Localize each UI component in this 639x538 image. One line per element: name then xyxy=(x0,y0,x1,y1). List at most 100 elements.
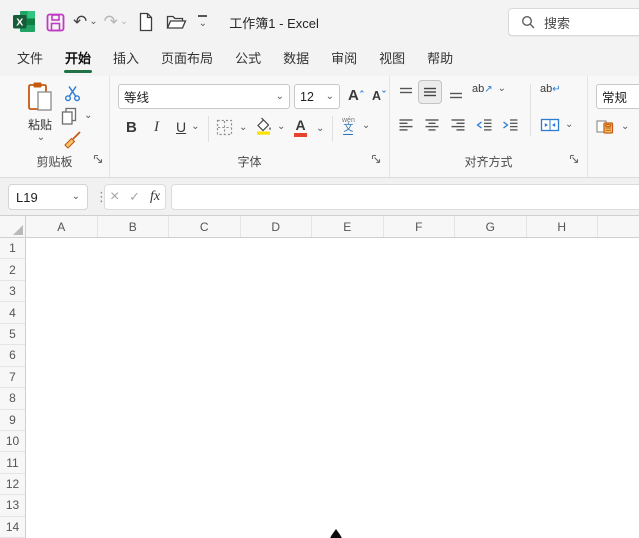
cancel-button[interactable]: × xyxy=(110,188,119,206)
format-painter-button[interactable] xyxy=(63,131,82,150)
row-header-3[interactable]: 3 xyxy=(0,281,25,303)
paste-chevron-icon[interactable]: ⌄ xyxy=(37,133,45,143)
font-color-chevron-icon[interactable]: ⌄ xyxy=(316,124,324,134)
row-header-10[interactable]: 10 xyxy=(0,431,25,453)
tab-formulas[interactable]: 公式 xyxy=(224,42,272,76)
row-header-13[interactable]: 13 xyxy=(0,495,25,517)
accounting-chevron-icon[interactable]: ⌄ xyxy=(621,121,629,132)
accounting-format-button[interactable]: ⌄ xyxy=(596,118,629,135)
cut-button[interactable] xyxy=(64,85,81,102)
select-all-corner[interactable] xyxy=(0,216,26,237)
fill-color-button[interactable]: ⌄ xyxy=(254,117,285,136)
column-header-a[interactable]: A xyxy=(26,216,98,237)
row-header-7[interactable]: 7 xyxy=(0,367,25,389)
column-header-b[interactable]: B xyxy=(98,216,169,237)
font-size-select[interactable]: 12 ⌄ xyxy=(294,84,340,109)
tab-help[interactable]: 帮助 xyxy=(416,42,464,76)
column-header-e[interactable]: E xyxy=(312,216,384,237)
align-middle-button[interactable] xyxy=(418,80,442,104)
orientation-chevron-icon[interactable]: ⌄ xyxy=(498,84,506,94)
align-right-button[interactable] xyxy=(450,118,466,132)
align-left-button[interactable] xyxy=(398,118,414,132)
customize-quick-access-button[interactable]: ⌄ xyxy=(198,15,208,29)
wrap-text-button[interactable]: ab ↵ xyxy=(540,83,561,95)
row-header-8[interactable]: 8 xyxy=(0,388,25,410)
tab-insert[interactable]: 插入 xyxy=(102,42,150,76)
column-header-c[interactable]: C xyxy=(169,216,241,237)
search-box[interactable]: 搜索 xyxy=(508,8,639,36)
column-header-f[interactable]: F xyxy=(384,216,455,237)
column-headers: A B C D E F G H xyxy=(0,216,639,238)
column-header-g[interactable]: G xyxy=(455,216,527,237)
title-bar: X ↶ ⌄ ↷ ⌄ ⌄ 工作簿1 - Excel 搜索 xyxy=(0,0,639,44)
tab-data[interactable]: 数据 xyxy=(272,42,320,76)
tab-home[interactable]: 开始 xyxy=(54,42,102,76)
row-header-1[interactable]: 1 xyxy=(0,238,25,260)
caret-down-icon: ˇ xyxy=(382,90,386,102)
column-header-h[interactable]: H xyxy=(527,216,598,237)
row-header-12[interactable]: 12 xyxy=(0,474,25,496)
font-name-select[interactable]: 等线 ⌄ xyxy=(118,84,290,109)
row-header-4[interactable]: 4 xyxy=(0,302,25,324)
ribbon: 粘贴 ⌄ ⌄ 剪贴板 等线 ⌄ 12 ⌄ A ˆ A ˇ B I U ⌄ ⌄ ⌄… xyxy=(0,76,639,178)
alignment-dialog-launcher[interactable] xyxy=(569,151,579,169)
paste-button[interactable]: 粘贴 ⌄ xyxy=(17,81,63,143)
save-button[interactable] xyxy=(43,8,67,36)
redo-button[interactable]: ↷ ⌄ xyxy=(104,8,129,36)
quick-access-toolbar: X ↶ ⌄ ↷ ⌄ ⌄ xyxy=(0,8,208,36)
formula-input[interactable] xyxy=(171,184,639,210)
undo-button[interactable]: ↶ ⌄ xyxy=(73,8,98,36)
undo-chevron-icon[interactable]: ⌄ xyxy=(89,17,97,27)
row-header-14[interactable]: 14 xyxy=(0,517,25,538)
tab-file[interactable]: 文件 xyxy=(6,42,54,76)
name-box[interactable]: L19 ⌄ xyxy=(8,184,88,210)
alignment-group-label: 对齐方式 xyxy=(464,155,513,169)
column-header-d[interactable]: D xyxy=(241,216,312,237)
row-header-9[interactable]: 9 xyxy=(0,410,25,431)
align-top-button[interactable] xyxy=(398,86,414,100)
borders-chevron-icon[interactable]: ⌄ xyxy=(239,122,247,133)
font-name-chevron-icon: ⌄ xyxy=(275,90,284,102)
phonetic-chevron-icon[interactable]: ⌄ xyxy=(362,121,370,131)
new-file-icon xyxy=(140,12,153,32)
insert-function-button[interactable]: fx xyxy=(150,189,160,205)
italic-button[interactable]: I xyxy=(154,119,159,136)
open-file-button[interactable] xyxy=(164,8,188,36)
font-color-button[interactable]: A xyxy=(294,118,307,137)
clipboard-dialog-launcher[interactable] xyxy=(93,151,103,169)
column-header-partial[interactable] xyxy=(598,216,639,237)
borders-button[interactable]: ⌄ xyxy=(216,119,247,136)
enter-button[interactable]: ✓ xyxy=(129,189,140,205)
row-header-11[interactable]: 11 xyxy=(0,452,25,474)
number-format-select[interactable]: 常规 xyxy=(596,84,639,109)
decrease-indent-button[interactable] xyxy=(476,118,493,132)
align-bottom-button[interactable] xyxy=(448,86,464,100)
decrease-font-size-button[interactable]: A ˇ xyxy=(372,89,386,103)
align-center-button[interactable] xyxy=(424,118,440,132)
font-dialog-launcher[interactable] xyxy=(371,151,381,169)
new-file-button[interactable] xyxy=(134,8,158,36)
name-box-chevron-icon: ⌄ xyxy=(71,191,80,202)
underline-button[interactable]: U ⌄ xyxy=(176,119,200,135)
row-header-2[interactable]: 2 xyxy=(0,259,25,281)
merge-center-button[interactable]: ⌄ xyxy=(540,118,573,132)
fill-color-chevron-icon[interactable]: ⌄ xyxy=(277,121,285,132)
excel-logo-icon[interactable]: X xyxy=(12,8,37,36)
row-header-5[interactable]: 5 xyxy=(0,324,25,346)
bold-button[interactable]: B xyxy=(126,119,137,136)
merge-chevron-icon[interactable]: ⌄ xyxy=(565,120,573,130)
row-header-6[interactable]: 6 xyxy=(0,345,25,367)
increase-font-size-button[interactable]: A ˆ xyxy=(348,87,364,104)
tab-review[interactable]: 审阅 xyxy=(320,42,368,76)
increase-indent-button[interactable] xyxy=(502,118,519,132)
birthday-cake-icon[interactable] xyxy=(281,527,391,538)
copy-chevron-icon[interactable]: ⌄ xyxy=(84,111,92,121)
overflow-chevron-icon: ⌄ xyxy=(198,17,207,29)
orientation-button[interactable]: ab ↗ ⌄ xyxy=(472,83,506,95)
cells-area[interactable] xyxy=(26,238,639,538)
tab-page-layout[interactable]: 页面布局 xyxy=(150,42,224,76)
tab-view[interactable]: 视图 xyxy=(368,42,416,76)
underline-chevron-icon[interactable]: ⌄ xyxy=(191,122,199,132)
phonetic-guide-button[interactable]: wén 文 ⌄ xyxy=(342,117,370,135)
copy-button[interactable]: ⌄ xyxy=(60,107,92,125)
